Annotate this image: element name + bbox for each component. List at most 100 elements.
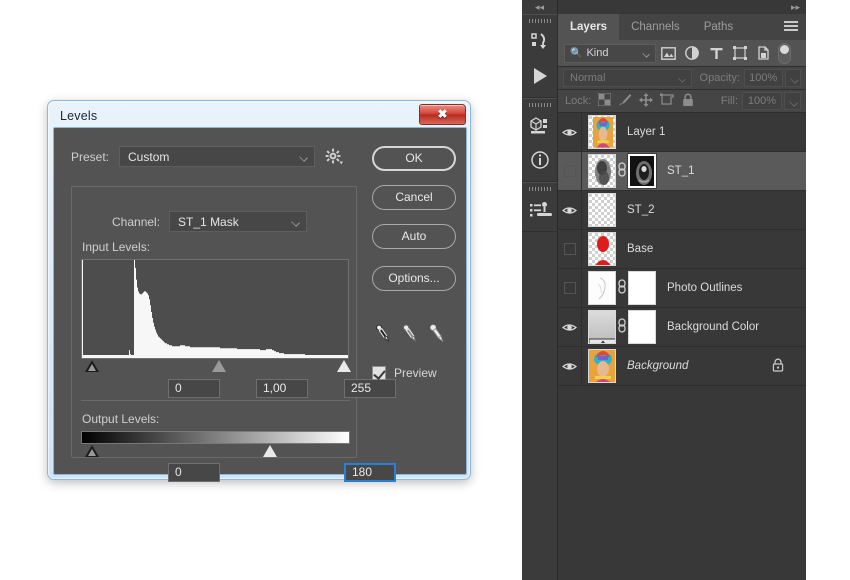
preview-checkbox-row[interactable]: Preview <box>372 366 437 380</box>
layer-visibility-toggle[interactable] <box>558 151 582 191</box>
layer-row[interactable]: Background <box>558 346 806 386</box>
histogram[interactable] <box>81 259 349 359</box>
output-levels-slider-track[interactable] <box>81 445 351 459</box>
opacity-value[interactable]: 100% <box>743 69 783 87</box>
history-icon <box>530 33 546 49</box>
input-gamma-slider[interactable] <box>212 360 226 372</box>
layer-row[interactable]: Background Color <box>558 307 806 347</box>
black-point-eyedropper[interactable] <box>372 323 394 345</box>
layer-mask-thumbnail[interactable] <box>628 271 656 305</box>
chain-link-icon <box>618 161 626 177</box>
layer-thumbnail[interactable] <box>588 115 616 149</box>
output-shadow-slider[interactable] <box>85 445 99 457</box>
lock-artboard-nesting-icon[interactable] <box>660 93 675 109</box>
type-layer-filter-icon[interactable] <box>704 43 728 63</box>
panel-drag-grip[interactable] <box>522 101 557 109</box>
input-shadow-field[interactable]: 0 <box>168 379 220 398</box>
adjustment-layer-filter-icon[interactable] <box>680 43 704 63</box>
history-panel-icon[interactable] <box>522 25 557 59</box>
layer-row[interactable]: ST_1 <box>558 151 806 191</box>
layer-thumbnail[interactable] <box>588 349 616 383</box>
layer-thumbnail[interactable] <box>588 310 616 344</box>
filter-kind-select[interactable]: 🔍 Kind <box>564 43 656 63</box>
fill-dropdown-icon[interactable] <box>784 92 801 110</box>
preset-options-gear-button[interactable] <box>325 148 345 166</box>
output-highlight-slider[interactable] <box>263 445 277 457</box>
eye-icon <box>562 323 577 331</box>
eyedropper-icon <box>403 324 417 343</box>
layer-name: ST_2 <box>627 204 655 216</box>
layer-thumbnails <box>588 193 616 227</box>
mask-link-icon[interactable] <box>616 317 628 337</box>
chevron-down-icon <box>642 49 650 58</box>
layer-mask-thumbnail[interactable] <box>628 310 656 344</box>
dialog-body: Preset: Custom Channel: ST_1 Mask Input … <box>53 127 467 482</box>
fill-value[interactable]: 100% <box>742 92 782 110</box>
cancel-button[interactable]: Cancel <box>372 185 456 210</box>
tab-paths[interactable]: Paths <box>692 14 745 40</box>
gray-point-eyedropper[interactable] <box>399 323 421 345</box>
auto-button[interactable]: Auto <box>372 224 456 249</box>
collapse-panel-button[interactable]: ◂◂ <box>522 0 557 14</box>
layers-panel-main: ▸▸ Layers Channels Paths 🔍 Kind Normal O… <box>558 0 806 580</box>
input-levels-slider-track[interactable] <box>81 360 351 374</box>
output-shadow-field[interactable]: 0 <box>168 463 220 482</box>
layer-thumbnail[interactable] <box>588 193 616 227</box>
mask-link-icon[interactable] <box>616 278 628 298</box>
adjustments-clone-icon[interactable] <box>522 193 557 227</box>
lock-image-pixels-icon[interactable] <box>618 93 632 109</box>
panel-drag-grip[interactable] <box>522 17 557 25</box>
tab-channels[interactable]: Channels <box>619 14 692 40</box>
input-gamma-field[interactable]: 1,00 <box>256 379 308 398</box>
smart-object-filter-icon[interactable] <box>752 43 776 63</box>
layer-mask-thumbnail[interactable] <box>627 153 657 189</box>
preview-checkbox[interactable] <box>372 366 386 380</box>
opacity-dropdown-icon[interactable] <box>784 69 801 87</box>
layer-row[interactable]: ST_2 <box>558 190 806 230</box>
input-shadow-slider[interactable] <box>85 360 99 372</box>
panel-menu-icon[interactable] <box>784 21 798 33</box>
options-button[interactable]: Options... <box>372 266 456 291</box>
layer-visibility-toggle[interactable] <box>558 307 582 347</box>
layer-thumbnail[interactable] <box>588 271 616 305</box>
layer-row[interactable]: Photo Outlines <box>558 268 806 308</box>
preset-select[interactable]: Custom <box>119 146 316 167</box>
close-icon: ✖ <box>437 107 448 121</box>
layer-row[interactable]: Base <box>558 229 806 269</box>
layer-visibility-toggle[interactable] <box>558 229 582 269</box>
blend-mode-select[interactable]: Normal <box>563 69 692 87</box>
output-highlight-field[interactable]: 180 <box>344 463 396 482</box>
dialog-title: Levels <box>60 109 98 123</box>
lock-all-icon[interactable] <box>682 93 694 110</box>
layer-thumbnail[interactable] <box>588 154 616 188</box>
lock-position-icon[interactable] <box>639 92 654 110</box>
mask-link-icon[interactable] <box>616 161 628 181</box>
preset-label: Preset: <box>71 149 110 164</box>
layer-visibility-toggle[interactable] <box>558 346 582 386</box>
filter-toggle-switch[interactable] <box>778 42 791 64</box>
input-highlight-slider[interactable] <box>337 360 351 372</box>
channel-select[interactable]: ST_1 Mask <box>169 211 308 232</box>
white-point-eyedropper[interactable] <box>426 323 448 345</box>
layer-thumbnail[interactable] <box>588 232 616 266</box>
info-panel-icon[interactable] <box>522 143 557 177</box>
shape-layer-filter-icon[interactable] <box>728 43 752 63</box>
preset-row: Preset: Custom <box>71 146 345 167</box>
ok-button[interactable]: OK <box>372 146 456 171</box>
half-circle-icon <box>685 46 699 60</box>
pixel-layer-filter-icon[interactable] <box>656 43 680 63</box>
input-highlight-field[interactable]: 255 <box>344 379 396 398</box>
layer-name: Layer 1 <box>627 126 666 138</box>
expand-panel-button[interactable]: ▸▸ <box>791 0 800 14</box>
lock-transparent-pixels-icon[interactable] <box>597 92 612 109</box>
actions-play-icon[interactable] <box>522 59 557 93</box>
close-button[interactable]: ✖ <box>419 104 466 125</box>
layer-visibility-toggle[interactable] <box>558 112 582 152</box>
layer-name: Photo Outlines <box>667 282 743 294</box>
layer-row[interactable]: Layer 1 <box>558 112 806 152</box>
tab-layers[interactable]: Layers <box>558 14 620 40</box>
layer-visibility-toggle[interactable] <box>558 190 582 230</box>
properties-3d-icon[interactable] <box>522 109 557 143</box>
layer-visibility-toggle[interactable] <box>558 268 582 308</box>
panel-drag-grip[interactable] <box>522 185 557 193</box>
